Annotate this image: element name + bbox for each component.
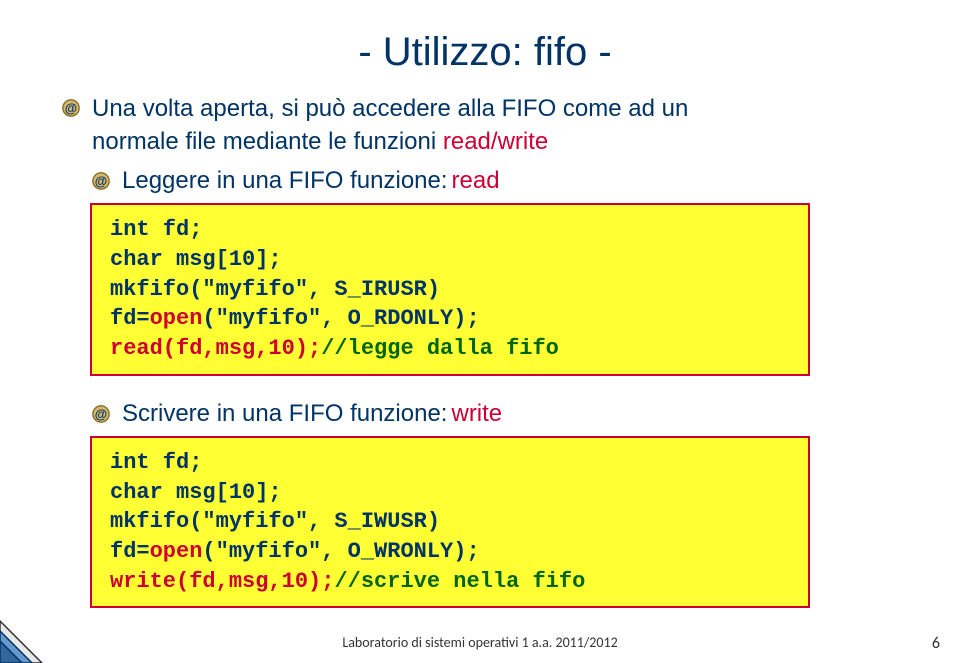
svg-text:@: @	[95, 406, 107, 421]
code-line: write(fd,msg,10);//scrive nella fifo	[110, 567, 790, 597]
code-box-read: int fd; char msg[10]; mkfifo("myfifo", S…	[90, 203, 810, 375]
paragraph-line-2: normale file mediante le funzioni read/w…	[92, 126, 688, 157]
footer-text: Laboratorio di sistemi operativi 1 a.a. …	[0, 634, 960, 651]
keyword-read: read	[452, 167, 500, 195]
page-number: 6	[932, 634, 940, 653]
heading-read: @ Leggere in una FIFO funzione: read	[90, 167, 910, 195]
paragraph-block: Una volta aperta, si può accedere alla F…	[92, 93, 688, 159]
code-line: char msg[10];	[110, 245, 790, 275]
paragraph-line-1: Una volta aperta, si può accedere alla F…	[92, 93, 688, 124]
heading-write-text: Scrivere in una FIFO funzione:	[122, 400, 447, 428]
code-line: fd=open("myfifo", O_WRONLY);	[110, 537, 790, 567]
code-line: fd=open("myfifo", O_RDONLY);	[110, 304, 790, 334]
keyword-readwrite: read/write	[443, 128, 548, 155]
svg-text:@: @	[65, 101, 77, 116]
code-line: char msg[10];	[110, 478, 790, 508]
code-box-write: int fd; char msg[10]; mkfifo("myfifo", S…	[90, 436, 810, 608]
paragraph-text: normale file mediante le funzioni	[92, 128, 443, 155]
slide-title: - Utilizzo: fifo -	[60, 30, 910, 75]
corner-decoration-icon	[0, 603, 60, 663]
code-comment: //legge dalla fifo	[321, 336, 559, 361]
code-fragment: fd=	[110, 306, 150, 331]
code-comment: //scrive nella fifo	[334, 569, 585, 594]
code-line: read(fd,msg,10);//legge dalla fifo	[110, 334, 790, 364]
code-line: int fd;	[110, 448, 790, 478]
code-keyword-open: open	[150, 539, 203, 564]
svg-text:@: @	[95, 174, 107, 189]
code-line: int fd;	[110, 215, 790, 245]
code-line: mkfifo("myfifo", S_IRUSR)	[110, 275, 790, 305]
code-line: mkfifo("myfifo", S_IWUSR)	[110, 507, 790, 537]
code-fragment: ("myfifo", O_RDONLY);	[202, 306, 479, 331]
heading-write: @ Scrivere in una FIFO funzione: write	[90, 400, 910, 428]
keyword-write: write	[451, 400, 502, 428]
code-fragment: ("myfifo", O_WRONLY);	[202, 539, 479, 564]
at-bullet-icon: @	[90, 170, 112, 192]
at-bullet-icon: @	[60, 97, 82, 119]
paragraph-row: @ Una volta aperta, si può accedere alla…	[60, 93, 910, 159]
code-keyword-write: write(fd,msg,10);	[110, 569, 334, 594]
heading-read-text: Leggere in una FIFO funzione:	[122, 167, 448, 195]
code-keyword-read: read(fd,msg,10);	[110, 336, 321, 361]
code-keyword-open: open	[150, 306, 203, 331]
at-bullet-icon: @	[90, 403, 112, 425]
code-fragment: fd=	[110, 539, 150, 564]
slide-container: - Utilizzo: fifo - @ Una volta aperta, s…	[0, 0, 960, 663]
